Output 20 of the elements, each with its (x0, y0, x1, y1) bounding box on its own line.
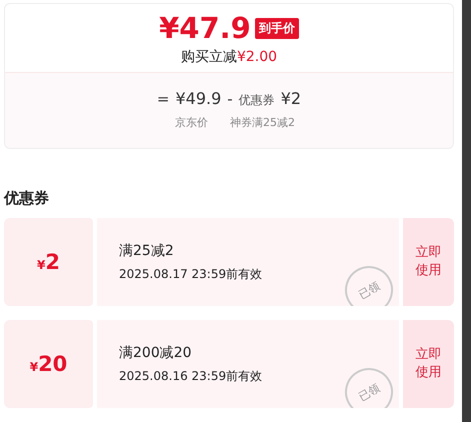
section-title: 优惠券 (4, 189, 50, 208)
base-price: ¥49.9 (175, 89, 222, 108)
coupon-value: ¥2 (37, 250, 60, 274)
minus-sign: - (227, 90, 233, 108)
coupon-value: ¥20 (30, 352, 68, 376)
coupon-amount: ¥2 (280, 89, 302, 108)
coupon-caption: 神券满25减2 (230, 115, 295, 130)
use-now-button[interactable]: 立即使用 (403, 218, 454, 306)
coupon-validity: 2025.08.17 23:59前有效 (119, 266, 264, 282)
coupon-condition: 满25减2 (119, 242, 175, 260)
equals-sign: = (156, 90, 170, 108)
saving-text: 购买立减¥2.00 (180, 48, 278, 66)
price-tag: 到手价 (254, 18, 299, 39)
scrollbar[interactable] (462, 0, 471, 422)
base-caption: 京东价 (175, 115, 208, 130)
coupon-label: 优惠券 (238, 92, 275, 109)
use-now-button[interactable]: 立即使用 (403, 320, 454, 408)
coupon-condition: 满200减20 (119, 344, 193, 362)
final-price: ¥47.9 (159, 14, 251, 43)
coupon-validity: 2025.08.16 23:59前有效 (119, 368, 264, 384)
